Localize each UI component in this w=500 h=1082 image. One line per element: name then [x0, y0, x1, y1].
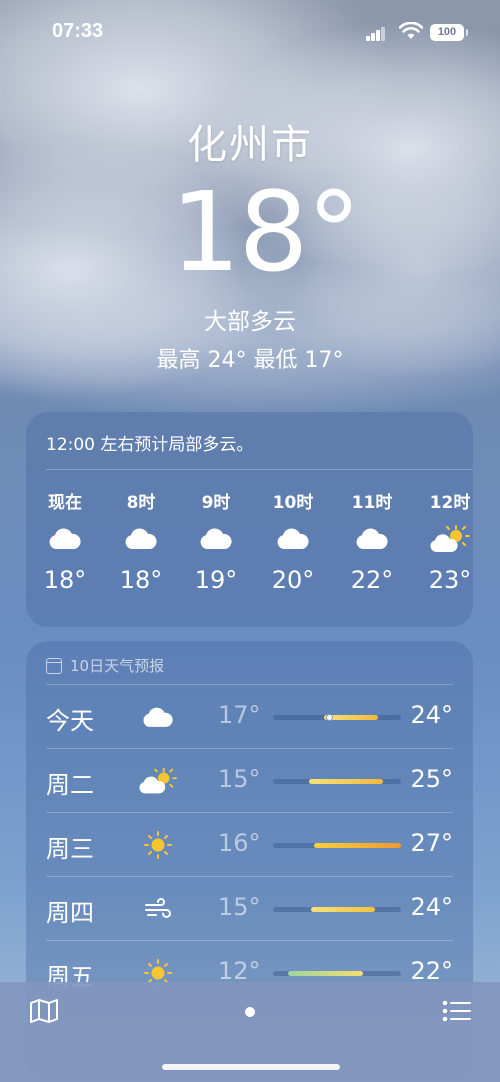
- day-low-temperature: 16°: [218, 829, 261, 857]
- hour-label: 9时: [201, 493, 231, 513]
- daily-forecast-header: 10日天气预报: [46, 655, 164, 676]
- hourly-forecast-card[interactable]: 12:00 左右预计局部多云。 现在 18° 8时 18° 9时 19° 10时…: [26, 412, 473, 627]
- partly-sunny-icon: [415, 514, 473, 564]
- hour-temperature: 22°: [350, 566, 394, 594]
- current-temperature: 18°: [170, 168, 362, 296]
- current-weather: 化州市 18° 大部多云 最高 24° 最低 17°: [0, 112, 500, 374]
- day-name: 周二: [46, 771, 94, 799]
- day-high-temperature: 22°: [410, 957, 453, 985]
- page-indicator-dot[interactable]: [245, 1007, 255, 1017]
- hour-label: 10时: [272, 493, 314, 513]
- sun-icon: [138, 825, 178, 865]
- temperature-range-fill: [288, 971, 363, 976]
- day-name: 周四: [46, 899, 94, 927]
- temperature-range-bar: [273, 714, 401, 721]
- temperature-range-fill: [308, 779, 384, 784]
- list-icon[interactable]: [442, 1000, 472, 1022]
- hour-column: 9时 19°: [181, 488, 251, 594]
- hour-temperature: 18°: [119, 566, 163, 594]
- partly-sunny-icon: [138, 761, 178, 801]
- city-name: 化州市: [187, 122, 313, 168]
- temperature-range-bar: [273, 779, 401, 784]
- temperature-range-fill: [311, 907, 376, 912]
- temperature-range-bar: [273, 907, 401, 912]
- hourly-summary: 12:00 左右预计局部多云。: [46, 435, 254, 455]
- home-indicator[interactable]: [162, 1064, 340, 1070]
- day-high-temperature: 25°: [410, 765, 453, 793]
- cellular-signal-icon: [366, 27, 386, 41]
- day-low-temperature: 12°: [218, 957, 261, 985]
- cloud-icon: [30, 514, 100, 564]
- battery-icon: 100: [430, 24, 468, 41]
- hour-label: 8时: [126, 493, 156, 513]
- weather-condition: 大部多云: [204, 309, 296, 335]
- day-name: 今天: [46, 707, 94, 735]
- hour-column: 8时 18°: [106, 488, 176, 594]
- hour-temperature: 19°: [194, 566, 238, 594]
- day-name: 周三: [46, 835, 94, 863]
- hour-column: 11时 22°: [337, 488, 407, 594]
- hour-column: 10时 20°: [258, 488, 328, 594]
- hour-temperature: 23°: [428, 566, 472, 594]
- cloud-icon: [106, 514, 176, 564]
- hour-column: 现在 18°: [30, 488, 100, 594]
- day-low-temperature: 17°: [218, 701, 261, 729]
- calendar-icon: [46, 657, 62, 674]
- status-time: 07:33: [52, 20, 104, 42]
- day-row[interactable]: 周二 15° 25°: [46, 749, 453, 813]
- temperature-range-bar: [273, 971, 401, 976]
- hour-label: 12时: [429, 493, 471, 513]
- hour-label: 11时: [351, 493, 393, 513]
- day-high-temperature: 24°: [410, 893, 453, 921]
- temperature-range-fill: [313, 843, 401, 848]
- cloud-icon: [181, 514, 251, 564]
- cloud-icon: [258, 514, 328, 564]
- high-low-temperature: 最高 24° 最低 17°: [156, 348, 344, 373]
- day-row[interactable]: 今天 17° 24°: [46, 685, 453, 749]
- cloud-icon: [138, 697, 178, 737]
- daily-forecast-title: 10日天气预报: [70, 657, 165, 675]
- day-high-temperature: 24°: [410, 701, 453, 729]
- day-low-temperature: 15°: [218, 765, 261, 793]
- hour-label: 现在: [48, 493, 82, 513]
- day-low-temperature: 15°: [218, 893, 261, 921]
- hour-temperature: 18°: [43, 566, 87, 594]
- day-high-temperature: 27°: [410, 829, 453, 857]
- map-icon[interactable]: [29, 998, 59, 1024]
- status-bar: 07:33 100: [0, 0, 500, 66]
- hour-column: 12时 23°: [415, 488, 473, 594]
- wifi-icon: [399, 22, 423, 39]
- bottom-toolbar: [0, 982, 500, 1082]
- day-row[interactable]: 周四 15° 24°: [46, 877, 453, 941]
- day-row[interactable]: 周三 16° 27°: [46, 813, 453, 877]
- hour-temperature: 20°: [271, 566, 315, 594]
- temperature-range-bar: [273, 843, 401, 848]
- divider: [46, 469, 473, 470]
- cloud-icon: [337, 514, 407, 564]
- wind-icon: [138, 889, 178, 929]
